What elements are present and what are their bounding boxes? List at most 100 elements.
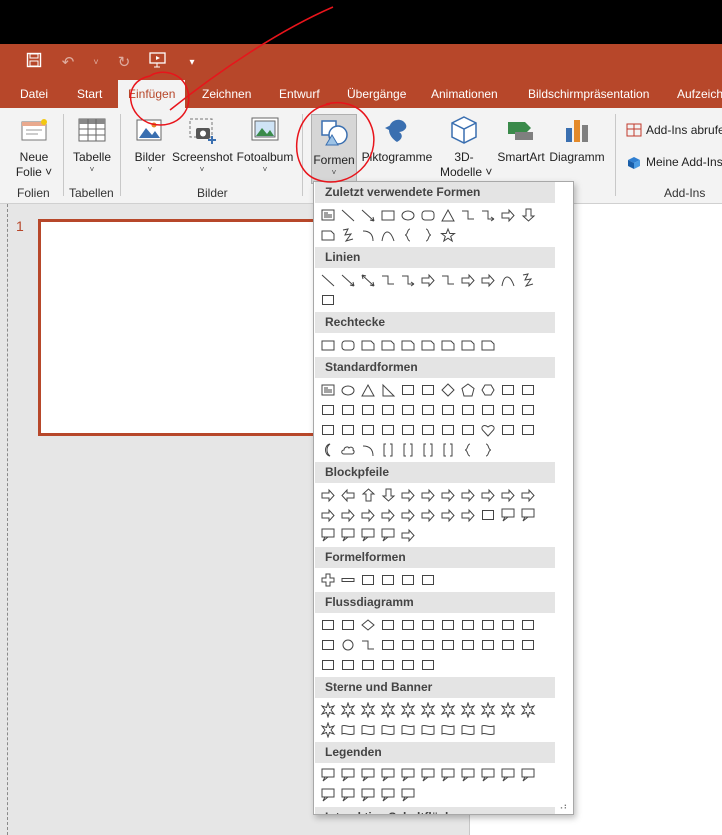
down-arrow-callout-icon[interactable] [518, 505, 538, 525]
scribble-icon[interactable] [318, 290, 338, 310]
star-16-icon[interactable] [498, 700, 518, 720]
preparation-icon[interactable] [498, 615, 518, 635]
up-arrow-icon[interactable] [358, 485, 378, 505]
oval-icon[interactable] [338, 380, 358, 400]
arrow-line-icon[interactable] [358, 205, 378, 225]
quad-arrow-icon[interactable] [438, 485, 458, 505]
line-callout-3-noborder-icon[interactable] [378, 785, 398, 805]
line-callout-2-accent-icon[interactable] [498, 765, 518, 785]
snip-single-corner-icon[interactable] [358, 335, 378, 355]
quad-arrow-callout-icon[interactable] [378, 525, 398, 545]
tab-home[interactable]: Start [77, 80, 102, 108]
heptagon-icon[interactable] [498, 380, 518, 400]
minus-icon[interactable] [338, 570, 358, 590]
oval-callout-icon[interactable] [358, 765, 378, 785]
slide-thumbnail[interactable] [38, 219, 328, 436]
ribbon-down-icon[interactable] [358, 720, 378, 740]
u-turn-arrow-icon[interactable] [498, 485, 518, 505]
right-arrow-icon[interactable] [498, 205, 518, 225]
plaque-icon[interactable] [518, 400, 538, 420]
bevel-icon[interactable] [358, 420, 378, 440]
freeform-icon[interactable] [338, 225, 358, 245]
rounded-rectangle-icon[interactable] [338, 335, 358, 355]
resize-grip-icon[interactable]: ⠠⠆ [557, 801, 570, 812]
shapes-button[interactable]: Formen ˅ [311, 114, 357, 184]
curve-icon[interactable] [378, 225, 398, 245]
hexagon-icon[interactable] [478, 380, 498, 400]
equal-icon[interactable] [398, 570, 418, 590]
right-triangle-icon[interactable] [378, 380, 398, 400]
curved-ribbon-down-icon[interactable] [398, 720, 418, 740]
l-shape-icon[interactable] [458, 400, 478, 420]
star-6-icon[interactable] [398, 700, 418, 720]
multiply-icon[interactable] [358, 570, 378, 590]
multidocument-icon[interactable] [458, 615, 478, 635]
left-right-arrow-icon[interactable] [398, 485, 418, 505]
rectangle-icon[interactable] [318, 335, 338, 355]
line-callout-3-icon[interactable] [438, 765, 458, 785]
table-button[interactable]: Tabelle ˅ [72, 114, 112, 175]
triangle-icon[interactable] [438, 205, 458, 225]
rectangular-callout-icon[interactable] [318, 765, 338, 785]
no-symbol-icon[interactable] [398, 420, 418, 440]
delay-icon[interactable] [338, 655, 358, 675]
triangle-icon[interactable] [358, 380, 378, 400]
lightning-icon[interactable] [498, 420, 518, 440]
star-7-icon[interactable] [418, 700, 438, 720]
right-arrow-callout-icon[interactable] [498, 505, 518, 525]
bent-up-arrow-icon[interactable] [318, 505, 338, 525]
frame-icon[interactable] [418, 400, 438, 420]
slide-pane-divider[interactable] [0, 204, 8, 835]
right-brace-icon[interactable] [478, 440, 498, 460]
chord-icon[interactable] [378, 400, 398, 420]
textbox-icon[interactable] [318, 380, 338, 400]
sort-icon[interactable] [478, 635, 498, 655]
dodecagon-icon[interactable] [338, 400, 358, 420]
plus-icon[interactable] [318, 570, 338, 590]
wave-icon[interactable] [458, 720, 478, 740]
double-brace-icon[interactable] [398, 440, 418, 460]
snip-same-side-icon[interactable] [378, 335, 398, 355]
star-8-icon[interactable] [438, 700, 458, 720]
pentagon-snip-icon[interactable] [318, 225, 338, 245]
tab-slideshow[interactable]: Bildschirmpräsentation [528, 80, 649, 108]
connector-icon[interactable] [338, 635, 358, 655]
arrow-line-icon[interactable] [338, 270, 358, 290]
new-slide-button[interactable]: Neue Folie ˅ [14, 114, 54, 180]
diagonal-stripe-icon[interactable] [478, 400, 498, 420]
curved-arrow-connector-icon[interactable] [458, 270, 478, 290]
manual-input-icon[interactable] [518, 615, 538, 635]
horizontal-scroll-icon[interactable] [438, 720, 458, 740]
tab-insert[interactable]: Einfügen [118, 80, 186, 108]
my-addins-button[interactable]: Meine Add-Ins ˅ [626, 154, 722, 170]
curved-right-arrow-icon[interactable] [338, 505, 358, 525]
star-4-icon[interactable] [358, 700, 378, 720]
can-icon[interactable] [318, 420, 338, 440]
left-arrow-icon[interactable] [338, 485, 358, 505]
photo-album-button[interactable]: Fotoalbum ˅ [236, 114, 294, 175]
pie-icon[interactable] [358, 400, 378, 420]
bent-arrow-icon[interactable] [478, 485, 498, 505]
block-arc-icon[interactable] [418, 420, 438, 440]
line-callout-4-noborder-icon[interactable] [398, 785, 418, 805]
star-32-icon[interactable] [318, 720, 338, 740]
elbow-arrow-connector-icon[interactable] [478, 205, 498, 225]
line-callout-2-noborder-icon[interactable] [358, 785, 378, 805]
parallelogram-icon[interactable] [398, 380, 418, 400]
merge-icon[interactable] [518, 635, 538, 655]
collate-icon[interactable] [458, 635, 478, 655]
divide-icon[interactable] [378, 570, 398, 590]
tab-design[interactable]: Entwurf [279, 80, 320, 108]
moon-icon[interactable] [318, 440, 338, 460]
tab-record[interactable]: Aufzeichnen [677, 80, 722, 108]
line-callout-4-accent-icon[interactable] [318, 785, 338, 805]
get-addins-button[interactable]: Add-Ins abrufen [626, 122, 722, 138]
cloud-icon[interactable] [338, 440, 358, 460]
elbow-connector-icon[interactable] [378, 270, 398, 290]
left-arrow-callout-icon[interactable] [318, 525, 338, 545]
explosion-2-icon[interactable] [338, 700, 358, 720]
oval-icon[interactable] [398, 205, 418, 225]
down-arrow-icon[interactable] [518, 205, 538, 225]
decagon-icon[interactable] [318, 400, 338, 420]
3d-models-button[interactable]: 3D- Modelle ˅ [440, 114, 492, 180]
